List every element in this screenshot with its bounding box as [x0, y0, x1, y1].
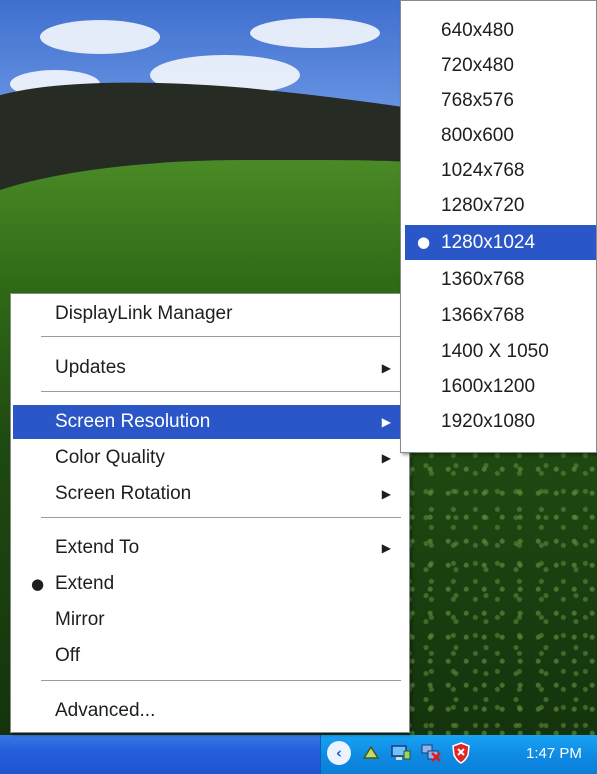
resolution-label: 768x576: [441, 90, 514, 111]
menu-item-label: Color Quality: [55, 447, 165, 468]
menu-item-screen-rotation[interactable]: Screen Rotation ▶: [13, 477, 407, 511]
menu-item-label: Extend To: [55, 537, 140, 558]
resolution-label: 1400 X 1050: [441, 341, 549, 362]
resolution-label: 1024x768: [441, 160, 525, 181]
menu-item-label: Screen Resolution: [55, 411, 211, 432]
displaylink-monitor-icon[interactable]: [389, 741, 413, 765]
resolution-option[interactable]: 1024x768: [405, 153, 596, 188]
menu-item-label: Updates: [55, 357, 126, 378]
menu-item-label: Screen Rotation: [55, 483, 192, 504]
menu-item-extend-to[interactable]: Extend To ▶: [13, 531, 407, 565]
resolution-label: 720x480: [441, 55, 514, 76]
system-tray: ‹ 1:47 PM: [320, 735, 597, 774]
submenu-arrow-icon: ▶: [381, 451, 391, 465]
cloud: [40, 20, 160, 54]
submenu-arrow-icon: ▶: [381, 541, 391, 555]
menu-item-label: DisplayLink Manager: [55, 303, 233, 324]
submenu-arrow-icon: ▶: [381, 361, 391, 375]
resolution-option-selected[interactable]: ● 1280x1024: [405, 225, 596, 260]
resolution-label: 1600x1200: [441, 376, 536, 397]
menu-item-off[interactable]: Off: [13, 639, 407, 673]
network-tool-icon[interactable]: [359, 741, 383, 765]
resolution-option[interactable]: 800x600: [405, 118, 596, 153]
clock[interactable]: 1:47 PM: [526, 745, 582, 762]
resolution-option[interactable]: 1600x1200: [405, 369, 596, 404]
menu-separator: [41, 391, 401, 393]
field-texture: [405, 450, 597, 735]
security-shield-icon[interactable]: [449, 741, 473, 765]
resolution-label: 1280x1024: [441, 232, 536, 253]
menu-item-updates[interactable]: Updates ▶: [13, 351, 407, 385]
resolution-option[interactable]: 1280x720: [405, 188, 596, 223]
resolution-option[interactable]: 640x480: [405, 13, 596, 48]
resolution-option[interactable]: 768x576: [405, 83, 596, 118]
menu-item-extend[interactable]: ● Extend: [13, 567, 407, 601]
taskbar: ‹ 1:47 PM: [0, 735, 597, 774]
menu-item-mirror[interactable]: Mirror: [13, 603, 407, 637]
show-hidden-icons-chevron-icon[interactable]: ‹: [327, 741, 351, 765]
menu-item-label: Extend: [55, 573, 115, 594]
menu-item-advanced[interactable]: Advanced...: [13, 694, 407, 728]
menu-item-label: Off: [55, 645, 80, 666]
menu-item-label: Advanced...: [55, 700, 156, 721]
resolution-label: 1360x768: [441, 269, 525, 290]
menu-separator: [41, 680, 401, 682]
menu-item-color-quality[interactable]: Color Quality ▶: [13, 441, 407, 475]
resolution-option[interactable]: 1920x1080: [405, 404, 596, 439]
radio-bullet-icon: ●: [417, 233, 431, 251]
screen-resolution-submenu: 640x480 720x480 768x576 800x600 1024x768…: [400, 0, 597, 453]
menu-item-label: Mirror: [55, 609, 105, 630]
resolution-label: 1366x768: [441, 305, 525, 326]
resolution-label: 1280x720: [441, 195, 525, 216]
menu-item-screen-resolution[interactable]: Screen Resolution ▶: [13, 405, 407, 439]
resolution-option[interactable]: 1360x768: [405, 262, 596, 297]
menu-item-displaylink-manager[interactable]: DisplayLink Manager: [13, 297, 407, 331]
submenu-arrow-icon: ▶: [381, 415, 391, 429]
resolution-option[interactable]: 1400 X 1050: [405, 334, 596, 369]
resolution-label: 640x480: [441, 20, 514, 41]
menu-separator: [41, 336, 401, 338]
resolution-label: 1920x1080: [441, 411, 536, 432]
displaylink-context-menu: DisplayLink Manager Updates ▶ Screen Res…: [10, 293, 410, 733]
resolution-option[interactable]: 720x480: [405, 48, 596, 83]
submenu-arrow-icon: ▶: [381, 487, 391, 501]
menu-separator: [41, 517, 401, 519]
network-disconnected-icon[interactable]: [419, 741, 443, 765]
resolution-option[interactable]: 1366x768: [405, 298, 596, 333]
cloud: [250, 18, 380, 48]
radio-bullet-icon: ●: [31, 575, 45, 593]
resolution-label: 800x600: [441, 125, 514, 146]
